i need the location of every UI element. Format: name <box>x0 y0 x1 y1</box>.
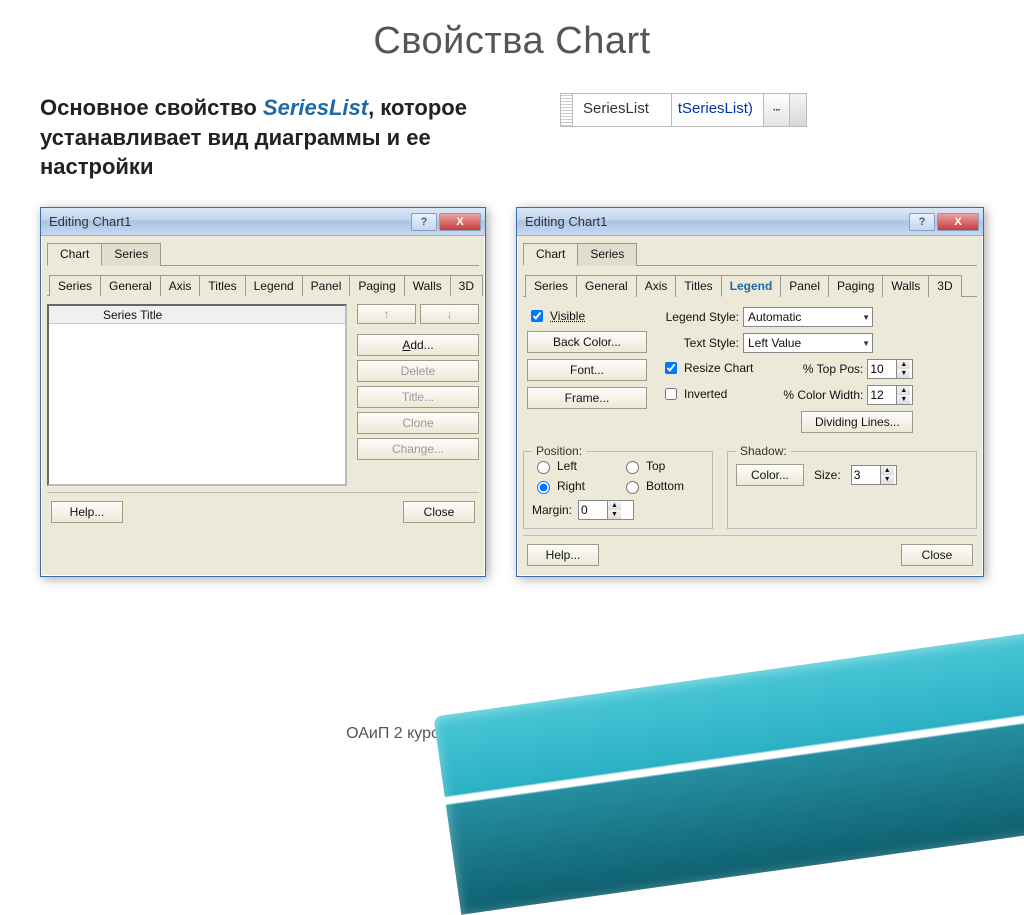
subtab-general[interactable]: General <box>100 275 161 296</box>
inverted-checkbox[interactable] <box>665 388 677 400</box>
subtab-titles[interactable]: Titles <box>199 275 245 296</box>
decorative-stripe <box>433 619 1024 914</box>
subtab-walls[interactable]: Walls <box>882 275 929 297</box>
ellipsis-button[interactable]: ··· <box>764 94 790 126</box>
margin-input[interactable] <box>579 501 607 519</box>
position-group-label: Position: <box>532 444 586 458</box>
dialog-editing-chart-series: Editing Chart1 ? X Chart Series Series G… <box>40 207 486 577</box>
margin-spinner[interactable]: ▲▼ <box>578 500 634 520</box>
help-button-bottom[interactable]: Help... <box>527 544 599 566</box>
top-pos-label: % Top Pos: <box>777 362 863 376</box>
tab-chart[interactable]: Chart <box>47 243 102 266</box>
inverted-label: Inverted <box>684 387 727 401</box>
visible-checkbox[interactable] <box>531 310 543 322</box>
text-style-combo[interactable]: Left Value▼ <box>743 333 873 353</box>
tab-series[interactable]: Series <box>101 243 161 266</box>
top-pos-input[interactable] <box>868 360 896 378</box>
chevron-down-icon: ▼ <box>862 339 870 348</box>
clone-button[interactable]: Clone <box>357 412 479 434</box>
description-text: Основное свойство SeriesList, которое ус… <box>40 93 530 182</box>
series-title-header: Series Title <box>97 308 345 322</box>
frame-button[interactable]: Frame... <box>527 387 647 409</box>
pos-left-radio[interactable] <box>537 461 550 474</box>
resize-chart-checkbox[interactable] <box>665 362 677 374</box>
margin-label: Margin: <box>532 503 572 517</box>
subtab-series[interactable]: Series <box>49 275 101 296</box>
property-value-cell[interactable]: tSeriesList) <box>672 94 764 126</box>
shadow-size-input[interactable] <box>852 466 880 484</box>
color-width-input[interactable] <box>868 386 896 404</box>
object-inspector-row: SeriesList tSeriesList) ··· <box>560 93 807 127</box>
close-button[interactable]: X <box>439 213 481 231</box>
dividing-lines-button[interactable]: Dividing Lines... <box>801 411 913 433</box>
grip-icon <box>561 94 573 126</box>
chevron-down-icon: ▼ <box>862 313 870 322</box>
subtab-axis[interactable]: Axis <box>160 275 201 296</box>
spin-up-icon[interactable]: ▲ <box>896 360 910 369</box>
spin-down-icon[interactable]: ▼ <box>896 395 910 404</box>
dialog-editing-chart-legend: Editing Chart1 ? X Chart Series Series G… <box>516 207 984 577</box>
subtab-general[interactable]: General <box>576 275 637 297</box>
subtab-panel[interactable]: Panel <box>780 275 829 297</box>
legend-style-combo[interactable]: Automatic▼ <box>743 307 873 327</box>
property-name-cell[interactable]: SeriesList <box>573 94 672 126</box>
title-button[interactable]: Title... <box>357 386 479 408</box>
subtab-legend[interactable]: Legend <box>245 275 303 296</box>
subtab-axis[interactable]: Axis <box>636 275 677 297</box>
subtab-walls[interactable]: Walls <box>404 275 451 296</box>
tab-series[interactable]: Series <box>577 243 637 266</box>
spin-down-icon[interactable]: ▼ <box>607 510 621 519</box>
text-style-label: Text Style: <box>661 336 739 350</box>
help-button[interactable]: ? <box>909 213 935 231</box>
shadow-color-button[interactable]: Color... <box>736 464 804 486</box>
subtab-legend[interactable]: Legend <box>721 275 782 297</box>
move-down-button[interactable]: ↓ <box>420 304 479 324</box>
scrollbar-vertical[interactable] <box>790 94 806 126</box>
help-button-bottom[interactable]: Help... <box>51 501 123 523</box>
shadow-group-label: Shadow: <box>736 444 791 458</box>
spin-up-icon[interactable]: ▲ <box>880 466 894 475</box>
slide-title: Свойства Chart <box>0 20 1024 63</box>
subtab-panel[interactable]: Panel <box>302 275 351 296</box>
close-button[interactable]: X <box>937 213 979 231</box>
subtab-paging[interactable]: Paging <box>828 275 883 297</box>
visible-label: Visible <box>550 309 585 323</box>
delete-button[interactable]: Delete <box>357 360 479 382</box>
spin-down-icon[interactable]: ▼ <box>896 369 910 378</box>
window-title: Editing Chart1 <box>49 214 131 229</box>
close-button-bottom[interactable]: Close <box>901 544 973 566</box>
color-width-spinner[interactable]: ▲▼ <box>867 385 913 405</box>
back-color-button[interactable]: Back Color... <box>527 331 647 353</box>
change-button[interactable]: Change... <box>357 438 479 460</box>
subtab-series[interactable]: Series <box>525 275 577 297</box>
legend-style-label: Legend Style: <box>661 310 739 324</box>
spin-up-icon[interactable]: ▲ <box>896 386 910 395</box>
tab-chart[interactable]: Chart <box>523 243 578 266</box>
color-width-label: % Color Width: <box>777 388 863 402</box>
serieslist-word: SeriesList <box>263 95 368 120</box>
top-pos-spinner[interactable]: ▲▼ <box>867 359 913 379</box>
shadow-size-spinner[interactable]: ▲▼ <box>851 465 897 485</box>
subtab-titles[interactable]: Titles <box>675 275 721 297</box>
subtab-3d[interactable]: 3D <box>450 275 483 296</box>
spin-down-icon[interactable]: ▼ <box>880 475 894 484</box>
add-button[interactable]: Add... <box>357 334 479 356</box>
font-button[interactable]: Font... <box>527 359 647 381</box>
pos-right-radio[interactable] <box>537 481 550 494</box>
window-title: Editing Chart1 <box>525 214 607 229</box>
pos-bottom-radio[interactable] <box>626 481 639 494</box>
move-up-button[interactable]: ↑ <box>357 304 416 324</box>
close-button-bottom[interactable]: Close <box>403 501 475 523</box>
subtab-3d[interactable]: 3D <box>928 275 961 297</box>
help-button[interactable]: ? <box>411 213 437 231</box>
resize-chart-label: Resize Chart <box>684 361 753 375</box>
subtab-paging[interactable]: Paging <box>349 275 404 296</box>
ellipsis-icon: ··· <box>773 105 780 116</box>
series-list-box[interactable]: Series Title <box>47 304 347 486</box>
pos-top-radio[interactable] <box>626 461 639 474</box>
shadow-size-label: Size: <box>814 468 841 482</box>
spin-up-icon[interactable]: ▲ <box>607 501 621 510</box>
